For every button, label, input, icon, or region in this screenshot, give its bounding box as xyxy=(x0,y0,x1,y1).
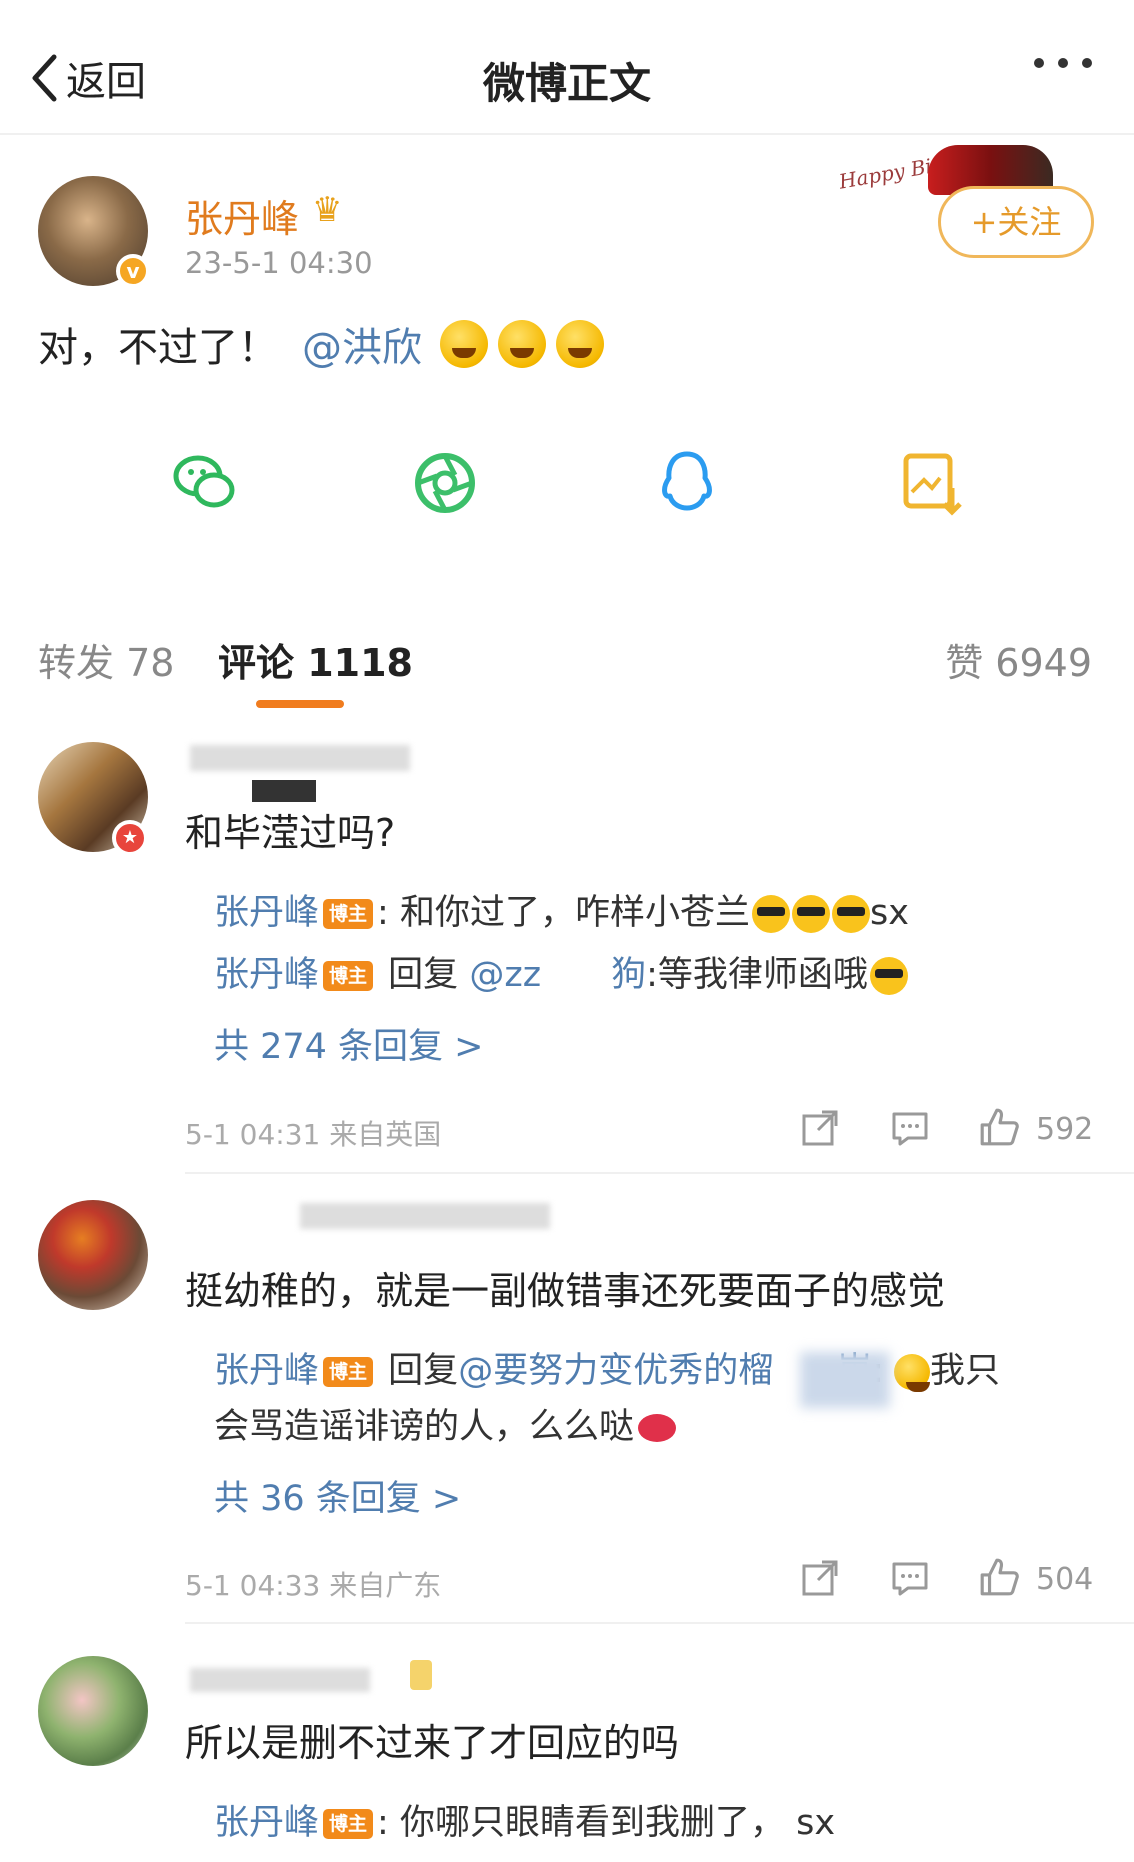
save-image-icon[interactable] xyxy=(896,448,966,518)
reply-prefix: 回复 xyxy=(388,955,459,995)
comment-text: 挺幼稚的，就是一副做错事还死要面子的感觉 xyxy=(185,1269,946,1313)
commenter-avatar[interactable] xyxy=(38,1656,148,1766)
cool-emoji-icon xyxy=(751,895,790,933)
laugh-cry-emoji-icon xyxy=(440,320,488,368)
lips-emoji-icon xyxy=(638,1414,677,1442)
reply-item[interactable]: 张丹峰 博主: 和你过了，咋样小苍兰 sx xyxy=(214,888,909,938)
reply-text: 你哪只眼睛看到我删了， xyxy=(399,1803,785,1843)
comment-divider xyxy=(185,1622,1134,1624)
top-nav-bar: 返回 微博正文 xyxy=(0,0,1134,135)
tab-repost[interactable]: 转发 78 xyxy=(38,632,174,687)
reply-mention[interactable]: @要努力变优秀的榴 xyxy=(458,1351,773,1391)
medal-icon xyxy=(410,1660,432,1690)
cool-emoji-icon xyxy=(831,895,870,933)
author-badge: 博主 xyxy=(323,961,374,991)
reply-author[interactable]: 张丹峰 xyxy=(214,1803,319,1843)
verified-badge-icon: v xyxy=(116,254,150,288)
reply-author[interactable]: 张丹峰 xyxy=(214,1351,319,1391)
post-body: 对，不过了！ @洪欣 xyxy=(38,315,604,373)
more-options-icon[interactable] xyxy=(1034,58,1092,68)
commenter-name-redacted xyxy=(190,745,410,771)
reply-mention[interactable]: @zz xyxy=(469,955,541,995)
redaction-block xyxy=(252,780,316,802)
reply-mention-tail[interactable]: 狗 xyxy=(611,955,646,995)
commenter-avatar[interactable] xyxy=(38,1200,148,1310)
commenter-name-redacted xyxy=(300,1203,550,1229)
post-text: 对，不过了！ xyxy=(38,325,278,371)
author-badge: 博主 xyxy=(323,1357,374,1387)
active-tab-indicator xyxy=(256,700,344,708)
like-icon[interactable] xyxy=(978,1556,1020,1598)
like-icon[interactable] xyxy=(978,1106,1020,1148)
vip-badge-icon: ★ xyxy=(112,820,148,856)
cool-emoji-icon xyxy=(791,895,830,933)
tab-comments[interactable]: 评论 1118 xyxy=(218,632,413,687)
reply-suffix: sx xyxy=(869,893,909,933)
comment-icon[interactable] xyxy=(890,1558,930,1598)
comment-text: 和毕滢过吗? xyxy=(185,811,396,855)
reply-item-continuation: 会骂造谣诽谤的人，么么哒 xyxy=(214,1402,677,1452)
view-more-replies-link[interactable]: 共 274 条回复 > xyxy=(214,1018,484,1069)
reply-author[interactable]: 张丹峰 xyxy=(214,893,319,933)
666-emoji-icon xyxy=(869,957,908,995)
like-count: 504 xyxy=(1036,1562,1094,1597)
moments-icon[interactable] xyxy=(410,448,480,518)
reply-suffix: sx xyxy=(796,1803,836,1843)
post-mention-link[interactable]: @洪欣 xyxy=(302,315,422,373)
author-badge: 博主 xyxy=(323,1809,374,1839)
follow-button[interactable]: +关注 xyxy=(938,186,1094,258)
reply-text: 会骂造谣诽谤的人，么么哒 xyxy=(214,1407,635,1447)
laugh-cry-emoji-icon xyxy=(556,320,604,368)
post-timestamp: 23-5-1 04:30 xyxy=(185,246,373,280)
reply-prefix: 回复 xyxy=(388,1351,459,1391)
comment-icon[interactable] xyxy=(890,1108,930,1148)
commenter-name-redacted xyxy=(190,1668,370,1692)
reply-text: 和你过了，咋样小苍兰 xyxy=(399,893,750,933)
reply-item[interactable]: 张丹峰 博主: 你哪只眼睛看到我删了， sx xyxy=(214,1798,835,1848)
laugh-cry-emoji-icon xyxy=(498,320,546,368)
reply-item[interactable]: 张丹峰 博主 回复 @zz 狗:等我律师函哦 xyxy=(214,950,908,1000)
comment-divider xyxy=(185,1172,1134,1174)
comment-text: 所以是删不过来了才回应的吗 xyxy=(185,1721,680,1765)
view-more-replies-link[interactable]: 共 36 条回复 > xyxy=(214,1470,461,1521)
crown-icon: ♛ xyxy=(312,190,343,230)
laugh-cry-emoji-icon xyxy=(894,1354,931,1392)
reply-prefix: : xyxy=(377,1803,389,1843)
qq-icon[interactable] xyxy=(652,448,722,518)
comment-meta: 5-1 04:31 来自英国 xyxy=(185,1118,442,1151)
repost-icon[interactable] xyxy=(800,1108,840,1148)
reply-text: :等我律师函哦 xyxy=(646,955,868,995)
redaction-blur xyxy=(800,1352,890,1408)
comment-meta: 5-1 04:33 来自广东 xyxy=(185,1569,442,1602)
like-count: 592 xyxy=(1036,1112,1094,1147)
page-title: 微博正文 xyxy=(482,59,651,108)
wechat-icon[interactable] xyxy=(170,448,240,518)
tab-likes[interactable]: 赞 6949 xyxy=(945,632,1092,687)
author-name[interactable]: 张丹峰 xyxy=(185,188,299,243)
repost-icon[interactable] xyxy=(800,1558,840,1598)
author-badge: 博主 xyxy=(323,899,374,929)
reply-author[interactable]: 张丹峰 xyxy=(214,955,319,995)
reply-prefix: : xyxy=(377,893,389,933)
reply-text-tail: 我只 xyxy=(930,1351,1001,1391)
